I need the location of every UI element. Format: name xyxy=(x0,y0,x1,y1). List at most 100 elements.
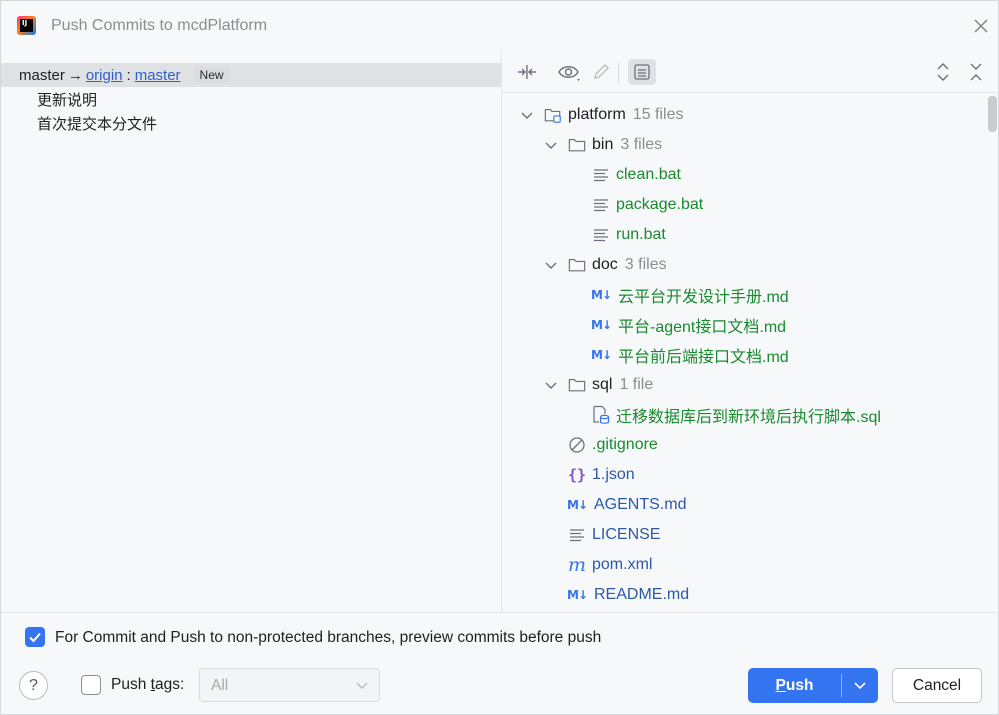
show-diff-icon[interactable] xyxy=(628,59,656,85)
push-tags-label[interactable]: Push tags: xyxy=(111,676,184,694)
tree-file[interactable]: clean.bat xyxy=(592,160,681,190)
file-name: LICENSE xyxy=(592,526,661,543)
tree-node-sql[interactable]: sql 1 file xyxy=(544,370,653,400)
markdown-icon: M↓ xyxy=(591,318,612,332)
chevron-down-icon xyxy=(545,262,557,269)
tree-file[interactable]: .gitignore xyxy=(568,430,658,460)
file-count: 3 files xyxy=(620,136,663,153)
push-tags-label-suffix: ags: xyxy=(154,676,185,693)
push-button-group: Push xyxy=(748,668,878,703)
file-name: 平台前后端接口文档.md xyxy=(618,349,789,366)
file-name: clean.bat xyxy=(616,166,681,183)
changes-toolbar xyxy=(502,51,999,93)
dialog-title: Push Commits to mcdPlatform xyxy=(51,17,268,34)
toolbar-separator xyxy=(618,63,619,83)
folder-icon xyxy=(568,136,586,154)
tree-node-doc[interactable]: doc 3 files xyxy=(544,250,667,280)
collapse-all-icon[interactable] xyxy=(963,60,989,84)
markdown-icon: M↓ xyxy=(567,588,588,602)
folder-name: doc xyxy=(592,256,618,273)
push-label-rest: ush xyxy=(785,676,814,694)
push-tags-checkbox[interactable] xyxy=(81,675,101,695)
text-file-icon xyxy=(592,166,610,184)
maven-icon: m xyxy=(567,554,587,576)
tree-file[interactable]: LICENSE xyxy=(568,520,660,550)
preview-commits-label[interactable]: For Commit and Push to non-protected bra… xyxy=(55,629,601,647)
tree-scrollbar[interactable] xyxy=(988,96,997,132)
folder-icon xyxy=(568,256,586,274)
text-file-icon xyxy=(592,226,610,244)
title-bar: IJ Push Commits to mcdPlatform xyxy=(1,1,999,51)
folder-icon xyxy=(568,376,586,394)
expand-all-icon[interactable] xyxy=(930,60,956,84)
tree-file[interactable]: {} 1.json xyxy=(568,460,635,490)
text-file-icon xyxy=(592,196,610,214)
gitignore-icon xyxy=(568,436,586,454)
new-branch-badge: New xyxy=(194,67,229,83)
file-count: 1 file xyxy=(619,376,654,393)
tree-file[interactable]: M↓ AGENTS.md xyxy=(566,490,686,520)
cancel-button[interactable]: Cancel xyxy=(892,668,982,703)
folder-name: sql xyxy=(592,376,613,393)
preview-commits-checkbox[interactable] xyxy=(25,627,45,647)
tree-file[interactable]: M↓ 云平台开发设计手册.md xyxy=(590,280,789,310)
push-options-button[interactable] xyxy=(842,668,878,703)
branch-row[interactable]: master → origin : master New xyxy=(1,63,501,87)
collapse-arrows-icon[interactable] xyxy=(514,60,540,84)
tree-file[interactable]: M↓ README.md xyxy=(566,580,689,610)
footer-divider xyxy=(1,612,999,613)
changes-panel: platform 15 files bin 3 files clean.bat … xyxy=(502,51,999,612)
tree-file[interactable]: run.bat xyxy=(592,220,666,250)
commit-item[interactable]: 更新说明 xyxy=(37,89,97,110)
commits-panel: master → origin : master New 更新说明 首次提交本分… xyxy=(1,51,501,612)
push-mnemonic: P xyxy=(775,676,786,694)
chevron-down-icon xyxy=(521,112,533,119)
tree-file[interactable]: M↓ 平台前后端接口文档.md xyxy=(590,340,789,370)
commit-item[interactable]: 首次提交本分文件 xyxy=(37,113,157,134)
file-name: run.bat xyxy=(616,226,666,243)
remote-branch-link[interactable]: master xyxy=(135,67,181,84)
intellij-idea-icon: IJ xyxy=(17,16,36,35)
push-button[interactable]: Push xyxy=(748,668,841,703)
push-arrow-icon: → xyxy=(67,66,83,84)
file-count: 3 files xyxy=(624,256,667,273)
chevron-down-icon xyxy=(854,681,866,689)
checkmark-icon xyxy=(29,632,41,643)
tags-select[interactable]: All xyxy=(199,668,380,702)
tree-node-platform[interactable]: platform 15 files xyxy=(520,100,684,130)
file-count: 15 files xyxy=(632,106,684,123)
tree-node-bin[interactable]: bin 3 files xyxy=(544,130,662,160)
eye-icon[interactable] xyxy=(556,60,582,84)
local-branch: master xyxy=(19,66,65,84)
push-tags-label-prefix: Push xyxy=(111,676,151,693)
remote-link[interactable]: origin xyxy=(86,67,123,84)
file-name: .gitignore xyxy=(592,436,658,453)
help-button[interactable]: ? xyxy=(19,671,48,700)
chevron-down-icon xyxy=(356,682,368,689)
text-file-icon xyxy=(568,526,586,544)
tree-file[interactable]: M↓ 平台-agent接口文档.md xyxy=(590,310,786,340)
chevron-down-icon xyxy=(545,382,557,389)
file-name: pom.xml xyxy=(592,556,653,573)
chevron-down-icon xyxy=(545,142,557,149)
close-icon[interactable] xyxy=(971,16,991,36)
tree-file[interactable]: 迁移数据库后到新环境后执行脚本.sql xyxy=(592,400,881,430)
sql-file-icon xyxy=(592,405,610,424)
file-name: README.md xyxy=(594,586,690,603)
folder-name: platform xyxy=(568,106,626,123)
branch-separator: : xyxy=(126,66,131,84)
file-name: 迁移数据库后到新环境后执行脚本.sql xyxy=(616,409,881,426)
file-name: 平台-agent接口文档.md xyxy=(618,319,787,336)
tree-file[interactable]: package.bat xyxy=(592,190,703,220)
file-name: 云平台开发设计手册.md xyxy=(618,289,789,306)
changes-tree: platform 15 files bin 3 files clean.bat … xyxy=(502,94,999,612)
module-folder-icon xyxy=(544,106,562,124)
folder-name: bin xyxy=(592,136,614,153)
push-commits-dialog: IJ Push Commits to mcdPlatform master → … xyxy=(0,0,999,715)
file-name: AGENTS.md xyxy=(594,496,687,513)
file-name: package.bat xyxy=(616,196,704,213)
tags-select-value: All xyxy=(211,677,229,694)
edit-pencil-icon[interactable] xyxy=(588,60,614,84)
markdown-icon: M↓ xyxy=(567,498,588,512)
tree-file[interactable]: m pom.xml xyxy=(568,550,652,580)
